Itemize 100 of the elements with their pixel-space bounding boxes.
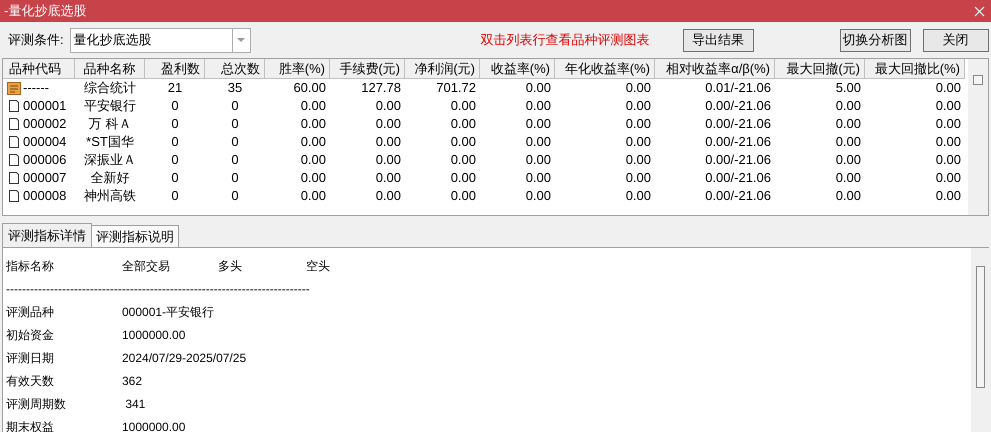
table-cell-text: 127.78 [360, 79, 402, 98]
table-cell-text: 0.00 [300, 115, 327, 134]
table-cell-text: 0.00 [524, 187, 552, 206]
table-cell-text: ------ [23, 79, 49, 98]
table-cell-text: 0.00 [450, 97, 477, 116]
table-cell-text: 0.00 [624, 187, 652, 206]
table-cell-text: 0.00 [374, 97, 402, 116]
table-cell-text: 综合统计 [83, 79, 137, 98]
field-value: 2024/07/29-2025/07/25 [122, 350, 246, 364]
field-value: 000001-平安银行 [122, 304, 214, 318]
table-icon [7, 82, 21, 94]
table-cell-text: 0.00 [834, 187, 862, 206]
table-cell-text: 0.01/-21.06 [704, 79, 772, 98]
table-cell-text: 0.00 [934, 97, 962, 116]
table-cell-text: 0 [170, 115, 180, 134]
table-cell-text: 0 [230, 169, 240, 188]
table-cell-text: 0.00 [524, 115, 552, 134]
table-cell-text: 0.00 [624, 79, 652, 98]
column-header[interactable]: 收益率(%) [480, 59, 555, 79]
close-icon[interactable] [974, 6, 985, 16]
tab[interactable]: 评测指标详情 [2, 223, 92, 247]
table-cell-text: 0.00 [524, 79, 552, 98]
table-cell-text: 0.00 [934, 151, 962, 170]
table-cell-text: 0.00/-21.06 [704, 187, 772, 206]
table-cell-text: 5.00 [834, 79, 862, 98]
table-cell-text: 0.00 [834, 115, 862, 134]
table-cell-text: 0.00 [934, 169, 962, 188]
table-cell-text: 0.00 [624, 169, 652, 188]
tab[interactable]: 评测指标说明 [91, 225, 179, 247]
table-cell-text: 35 [226, 79, 244, 98]
export-button[interactable]: 导出结果 [682, 28, 754, 52]
table-cell-text: 0 [230, 133, 240, 152]
table-cell-text: 0 [170, 169, 180, 188]
field-value: 1000000.00 [122, 328, 186, 342]
table-cell-text: 0.00/-21.06 [704, 97, 772, 116]
field-value: 362 [122, 374, 142, 388]
document-icon [8, 135, 20, 149]
table-cell-text: 000001 [23, 97, 66, 116]
table-cell-text: 0.00 [834, 97, 862, 116]
table-cell-text: 000006 [23, 151, 66, 170]
table-cell-text: 0 [230, 97, 240, 116]
field-label: 评测品种 [6, 304, 54, 318]
table-cell-text: 平安银行 [83, 97, 137, 116]
table-cell-text: 000007 [23, 169, 66, 188]
table-cell-text: 0.00 [834, 133, 862, 152]
window-title: -量化抄底选股 [4, 2, 86, 20]
table-cell-text: 0.00 [934, 79, 962, 98]
table-cell-text: 21 [166, 79, 184, 98]
table-cell-text: 0.00 [934, 133, 962, 152]
table-cell-text: 0 [230, 151, 240, 170]
scrollbar[interactable] [971, 248, 989, 432]
table-cell-text: 0.00/-21.06 [704, 115, 772, 134]
table-cell-text: 0.00 [624, 151, 652, 170]
field-label: 期末权益 [6, 420, 54, 432]
scrollbar[interactable] [968, 59, 988, 215]
table-cell-text: 0.00 [624, 97, 652, 116]
column-header[interactable]: 品种代码 [3, 59, 75, 79]
column-header[interactable]: 品种名称 [75, 59, 145, 79]
table-cell-text: 0 [230, 115, 240, 134]
table-cell-text: 0.00 [300, 151, 327, 170]
table-cell-text: 0.00 [300, 169, 327, 188]
document-icon [8, 117, 20, 131]
table-cell-text: 神州高铁 [83, 187, 137, 206]
table-cell-text: 0 [170, 151, 180, 170]
column-header[interactable]: 总次数 [205, 59, 265, 79]
hint-text: 双击列表行查看品种评测图表 [480, 31, 650, 50]
table-cell-text: 0.00 [624, 115, 652, 134]
column-header[interactable]: 净利润(元) [405, 59, 480, 79]
table-cell-text: 0.00 [300, 97, 327, 116]
switch-chart-button[interactable]: 切换分析图 [840, 28, 911, 52]
table-cell-text: 0.00 [374, 133, 402, 152]
table-cell-text: 0.00 [374, 169, 402, 188]
table-cell-text: 0 [230, 187, 240, 206]
table-cell-text: 0.00 [374, 151, 402, 170]
table-cell-text: 000002 [23, 115, 66, 134]
table-cell-text: 0.00 [624, 133, 652, 152]
condition-label: 评测条件: [8, 31, 64, 50]
table-cell-text: 0 [170, 133, 180, 152]
condition-dropdown[interactable]: 量化抄底选股 [70, 28, 251, 52]
column-header[interactable]: 最大回撤比(%) [865, 59, 965, 79]
table-cell-text: 0.00 [934, 115, 962, 134]
field-value: 341 [124, 396, 146, 410]
table-cell-text: 0.00 [450, 133, 477, 152]
document-icon [8, 189, 20, 203]
table-cell-text: 0.00 [450, 187, 477, 206]
table-cell-text: 全新好 [90, 169, 130, 188]
column-header[interactable]: 年化收益率(%) [555, 59, 655, 79]
field-label: 评测日期 [6, 350, 54, 364]
table-cell-text: 万 科Ａ [88, 115, 132, 134]
column-header[interactable]: 盈利数 [145, 59, 205, 79]
table-cell-text: 0.00 [450, 169, 477, 188]
column-header[interactable]: 手续费(元) [330, 59, 405, 79]
field-label: 初始资金 [6, 328, 54, 342]
column-header[interactable]: 胜率(%) [265, 59, 330, 79]
table-cell-text: 0.00/-21.06 [704, 151, 772, 170]
column-header[interactable]: 相对收益率α/β(%) [655, 59, 775, 79]
column-heading: 空头 [306, 258, 330, 272]
close-button[interactable]: 关闭 [922, 28, 989, 52]
column-header[interactable]: 最大回撤(元) [775, 59, 865, 79]
field-label: 评测周期数 [6, 396, 66, 410]
